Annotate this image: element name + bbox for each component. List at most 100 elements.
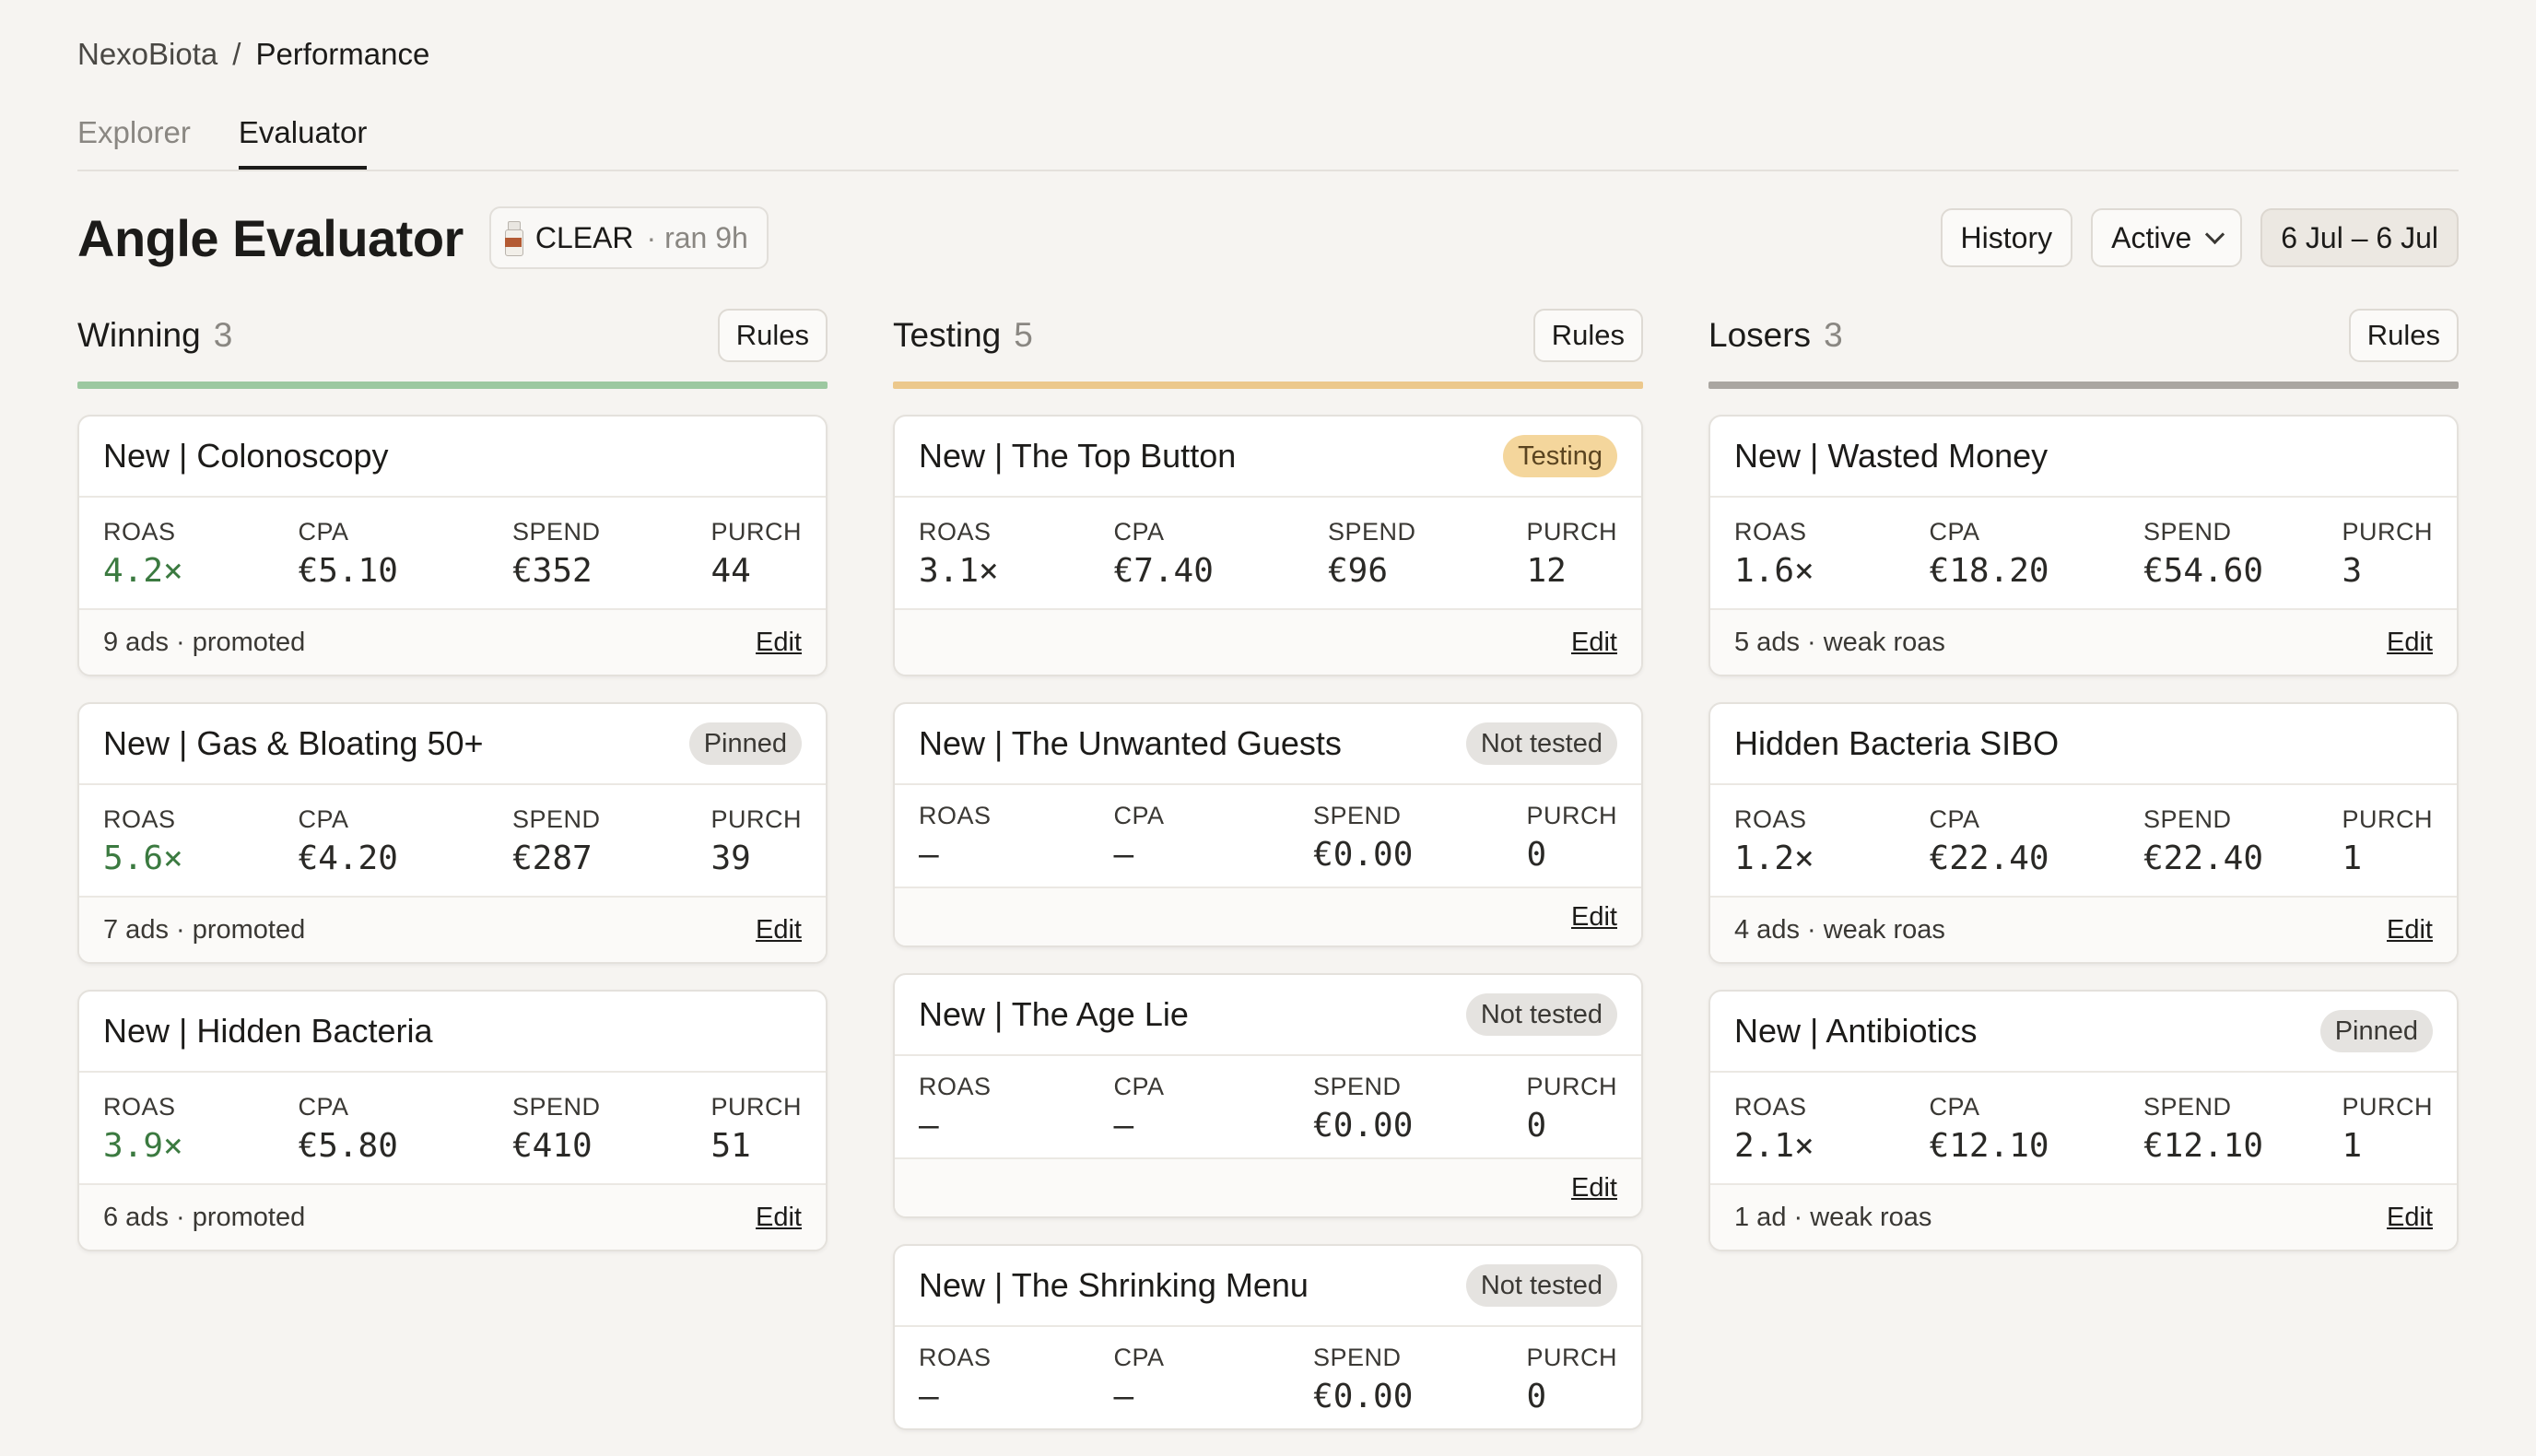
metric-roas: ROAS – (919, 1073, 992, 1145)
metric-purch: PURCH 1 (2342, 805, 2433, 877)
card-footer-text: 9 ads · promoted (103, 627, 306, 657)
metric-spend: SPEND €0.00 (1313, 1344, 1414, 1415)
edit-link[interactable]: Edit (756, 915, 802, 945)
metric-cpa: CPA €18.20 (1929, 518, 2049, 590)
breadcrumb-separator: / (232, 37, 241, 71)
chevron-down-icon (2205, 224, 2225, 244)
card-metrics: ROAS – CPA – SPEND €0.00 PURCH 0 (895, 785, 1641, 888)
angle-card[interactable]: Hidden Bacteria SIBO ROAS 1.2× CPA €22.40 … (1708, 702, 2459, 964)
card-header: New | Colonoscopy (79, 417, 826, 498)
angle-card[interactable]: New | Colonoscopy ROAS 4.2× CPA €5.10 SPEN… (77, 415, 828, 676)
status-name: CLEAR (534, 220, 634, 254)
metric-cpa: CPA – (1113, 802, 1165, 874)
card-header: New | The Age Lie Not tested (895, 975, 1641, 1056)
metric-purch: PURCH 0 (1526, 1073, 1617, 1145)
angle-card[interactable]: New | Wasted Money ROAS 1.6× CPA €18.20 SP… (1708, 415, 2459, 676)
product-bottle-icon (504, 221, 523, 256)
column-accent-bar (893, 382, 1643, 389)
column-winning: Winning 3 Rules New | Colonoscopy ROAS 4.… (77, 302, 828, 1456)
column-header: Winning 3 Rules (77, 302, 828, 369)
card-title: New | The Shrinking Menu (919, 1266, 1309, 1304)
board: Winning 3 Rules New | Colonoscopy ROAS 4.… (77, 302, 2459, 1456)
column-count: 3 (213, 316, 233, 354)
card-title: New | Antibiotics (1734, 1012, 1978, 1050)
card-metrics: ROAS – CPA – SPEND €0.00 PURCH 0 (895, 1327, 1641, 1428)
metric-purch: PURCH 0 (1526, 802, 1617, 874)
angle-card[interactable]: New | The Age Lie Not tested ROAS – CPA – … (893, 973, 1643, 1218)
not-tested-badge: Not tested (1465, 722, 1617, 765)
history-button[interactable]: History (1940, 208, 2073, 267)
column-losers: Losers 3 Rules New | Wasted Money ROAS 1.… (1708, 302, 2459, 1456)
card-footer-text: 7 ads · promoted (103, 914, 306, 945)
edit-link[interactable]: Edit (1571, 1173, 1617, 1204)
page-title: Angle Evaluator (77, 208, 464, 267)
card-title: New | The Unwanted Guests (919, 724, 1342, 762)
page: NexoBiota / Performance Explorer Evaluat… (0, 0, 2536, 1430)
card-footer: Edit (895, 1159, 1641, 1216)
column-title: Testing (893, 316, 1002, 354)
card-metrics: ROAS 3.1× CPA €7.40 SPEND €96 PURCH 12 (895, 498, 1641, 610)
edit-link[interactable]: Edit (2387, 628, 2433, 658)
date-range-button[interactable]: 6 Jul – 6 Jul (2260, 208, 2459, 267)
page-header: Angle Evaluator CLEAR · ran 9h History A… (77, 205, 2459, 271)
card-title: New | Hidden Bacteria (103, 1012, 433, 1050)
rules-button[interactable]: Rules (1532, 309, 1643, 362)
column-count: 5 (1014, 316, 1033, 354)
angle-card[interactable]: New | Gas & Bloating 50+ Pinned ROAS 5.6×… (77, 702, 828, 964)
card-title: New | Gas & Bloating 50+ (103, 724, 484, 762)
card-metrics: ROAS 1.2× CPA €22.40 SPEND €22.40 PURCH 1 (1710, 785, 2457, 898)
metric-cpa: CPA €12.10 (1929, 1093, 2049, 1165)
angle-card[interactable]: New | Antibiotics Pinned ROAS 2.1× CPA €12… (1708, 990, 2459, 1251)
column-header: Testing 5 Rules (893, 302, 1643, 369)
card-title: New | The Top Button (919, 437, 1237, 475)
metric-purch: PURCH 39 (710, 805, 802, 877)
status-filter-label: Active (2111, 220, 2192, 254)
edit-link[interactable]: Edit (1571, 628, 1617, 658)
card-footer-text: 5 ads · weak roas (1734, 627, 1945, 657)
card-footer: 1 ad · weak roas Edit (1710, 1185, 2457, 1250)
status-chip[interactable]: CLEAR · ran 9h (488, 206, 769, 269)
angle-card[interactable]: New | The Unwanted Guests Not tested ROA… (893, 702, 1643, 947)
breadcrumb-current: Performance (255, 37, 430, 71)
card-metrics: ROAS 3.9× CPA €5.80 SPEND €410 PURCH 51 (79, 1073, 826, 1185)
edit-link[interactable]: Edit (756, 1203, 802, 1233)
angle-card[interactable]: New | Hidden Bacteria ROAS 3.9× CPA €5.80 … (77, 990, 828, 1251)
angle-card[interactable]: New | The Top Button Testing ROAS 3.1× CP… (893, 415, 1643, 676)
card-footer: 9 ads · promoted Edit (79, 610, 826, 675)
metric-purch: PURCH 0 (1526, 1344, 1617, 1415)
metric-cpa: CPA €5.80 (298, 1093, 398, 1165)
status-filter-dropdown[interactable]: Active (2091, 208, 2243, 267)
metric-roas: ROAS 3.9× (103, 1093, 183, 1165)
metric-cpa: CPA €7.40 (1113, 518, 1214, 590)
column-accent-bar (77, 382, 828, 389)
rules-button[interactable]: Rules (2348, 309, 2459, 362)
card-title: Hidden Bacteria SIBO (1734, 724, 2060, 762)
tab-evaluator[interactable]: Evaluator (238, 112, 368, 170)
card-metrics: ROAS – CPA – SPEND €0.00 PURCH 0 (895, 1056, 1641, 1159)
metric-purch: PURCH 44 (710, 518, 802, 590)
column-header: Losers 3 Rules (1708, 302, 2459, 369)
rules-button[interactable]: Rules (717, 309, 828, 362)
card-header: New | Antibiotics Pinned (1710, 992, 2457, 1073)
card-title: New | Colonoscopy (103, 437, 389, 475)
metric-cpa: CPA €5.10 (298, 518, 398, 590)
card-title: New | The Age Lie (919, 995, 1189, 1033)
tab-explorer[interactable]: Explorer (77, 112, 191, 168)
edit-link[interactable]: Edit (756, 628, 802, 658)
metric-purch: PURCH 1 (2342, 1093, 2433, 1165)
card-footer: Edit (895, 610, 1641, 675)
breadcrumb-root[interactable]: NexoBiota (77, 37, 217, 72)
edit-link[interactable]: Edit (1571, 902, 1617, 933)
metric-roas: ROAS 2.1× (1734, 1093, 1814, 1165)
column-title: Winning (77, 316, 201, 354)
metric-roas: ROAS 4.2× (103, 518, 183, 590)
card-header: New | The Unwanted Guests Not tested (895, 704, 1641, 785)
card-header: New | The Shrinking Menu Not tested (895, 1246, 1641, 1327)
card-title: New | Wasted Money (1734, 437, 2049, 475)
metric-roas: ROAS – (919, 802, 992, 874)
edit-link[interactable]: Edit (2387, 1203, 2433, 1233)
angle-card[interactable]: New | The Shrinking Menu Not tested ROAS… (893, 1244, 1643, 1430)
edit-link[interactable]: Edit (2387, 915, 2433, 945)
not-tested-badge: Not tested (1465, 993, 1617, 1036)
metric-cpa: CPA €22.40 (1929, 805, 2049, 877)
